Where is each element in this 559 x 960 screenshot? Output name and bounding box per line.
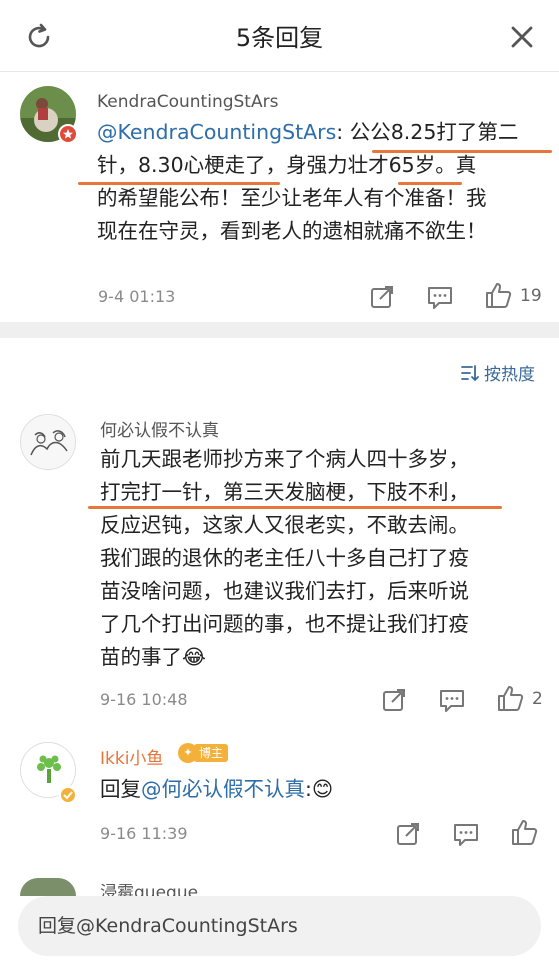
highlight-underline bbox=[78, 182, 280, 185]
username[interactable]: 浸霉queque bbox=[100, 878, 198, 896]
avatar[interactable] bbox=[20, 414, 76, 470]
highlight-underline bbox=[88, 506, 502, 509]
verified-badge-icon bbox=[59, 786, 77, 804]
sort-by-hot-button[interactable]: 按热度 bbox=[460, 360, 535, 385]
share-icon[interactable] bbox=[394, 820, 422, 848]
page-title: 5条回复 bbox=[235, 24, 324, 52]
timestamp: 9-16 10:48 bbox=[100, 690, 188, 709]
blogger-tag: 博主 bbox=[194, 744, 229, 762]
thumbs-up-icon[interactable] bbox=[496, 684, 524, 712]
highlight-underline bbox=[372, 150, 552, 153]
reply-input[interactable] bbox=[38, 910, 518, 942]
thumbs-up-icon[interactable] bbox=[510, 818, 538, 846]
section-divider bbox=[0, 322, 559, 338]
mention-link[interactable]: @KendraCountingStArs bbox=[97, 120, 336, 144]
comment-icon[interactable] bbox=[426, 283, 454, 311]
share-icon[interactable] bbox=[380, 686, 408, 714]
timestamp: 9-16 11:39 bbox=[100, 824, 188, 843]
username[interactable]: 何必认假不认真 bbox=[100, 416, 219, 441]
sort-label: 按热度 bbox=[484, 365, 535, 385]
verified-badge-icon bbox=[58, 124, 78, 144]
close-icon[interactable] bbox=[507, 22, 537, 52]
like-count: 2 bbox=[532, 689, 543, 709]
timestamp: 9-4 01:13 bbox=[98, 287, 176, 306]
thumbs-up-icon[interactable] bbox=[484, 281, 512, 309]
username[interactable]: KendraCountingStArs bbox=[97, 92, 278, 112]
mention-link[interactable]: @何必认假不认真 bbox=[141, 777, 305, 801]
comment-text: 回复@何必认假不认真:😊 bbox=[100, 777, 334, 801]
username[interactable]: Ikki小鱼 bbox=[100, 744, 163, 769]
comment-icon[interactable] bbox=[438, 686, 466, 714]
sort-icon bbox=[461, 364, 479, 381]
highlight-underline bbox=[398, 182, 462, 185]
comment-text: 前几天跟老师抄方来了个病人四十多岁， 打完打一针，第三天发脑梗，下肢不利， 反应… bbox=[100, 447, 469, 669]
reply-box[interactable] bbox=[18, 896, 541, 956]
like-count: 19 bbox=[520, 286, 542, 306]
blogger-badge: ✦ 博主 bbox=[178, 742, 229, 764]
comment-icon[interactable] bbox=[452, 820, 480, 848]
share-icon[interactable] bbox=[368, 283, 396, 311]
reply-header: 5条回复 bbox=[0, 0, 559, 72]
avatar[interactable] bbox=[20, 878, 76, 896]
